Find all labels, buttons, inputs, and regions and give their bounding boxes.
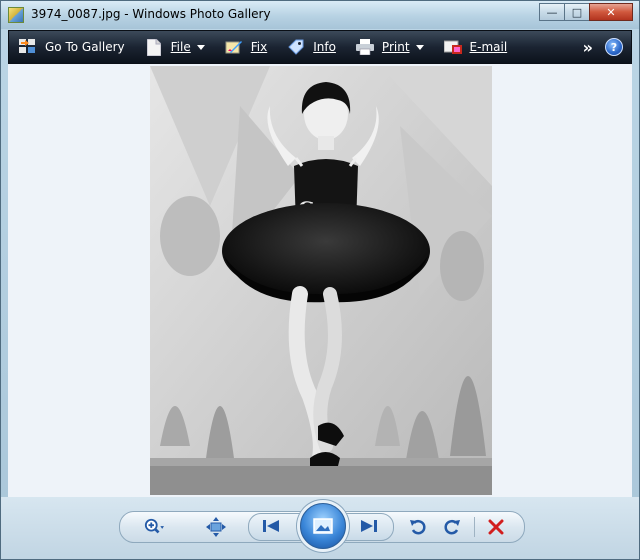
next-icon[interactable] <box>359 516 379 536</box>
help-icon[interactable]: ? <box>605 38 623 56</box>
photo-viewer-canvas: G <box>8 64 632 497</box>
toolbar-right: » ? <box>571 31 631 63</box>
close-button[interactable]: ✕ <box>589 3 633 21</box>
title-bar[interactable]: 3974_0087.jpg - Windows Photo Gallery — … <box>1 1 639 29</box>
email-icon <box>443 38 462 56</box>
email-label: E-mail <box>469 40 508 54</box>
email-button[interactable]: E-mail <box>434 31 518 63</box>
print-label: Print <box>381 40 410 54</box>
previous-icon[interactable] <box>261 516 281 536</box>
slideshow-icon <box>313 518 333 534</box>
photo-image[interactable]: G <box>150 66 492 495</box>
window-controls: — □ ✕ <box>539 3 633 21</box>
chevron-down-icon <box>196 44 205 50</box>
info-tag-icon <box>287 38 305 56</box>
printer-icon <box>355 38 374 56</box>
fix-label: Fix <box>250 40 268 54</box>
command-toolbar: Go To Gallery File Fix Info Print E-mail… <box>8 30 632 64</box>
file-menu[interactable]: File <box>135 31 215 63</box>
print-menu[interactable]: Print <box>346 31 434 63</box>
photo-illustration: G <box>150 66 492 495</box>
go-to-gallery-label: Go To Gallery <box>45 40 125 54</box>
more-commands-button[interactable]: » <box>571 38 605 57</box>
maximize-button[interactable]: □ <box>564 3 590 21</box>
go-to-gallery-button[interactable]: Go To Gallery <box>9 31 135 63</box>
slideshow-button[interactable] <box>300 503 346 549</box>
fix-icon <box>225 38 243 56</box>
minimize-button[interactable]: — <box>539 3 565 21</box>
rotate-counterclockwise-icon[interactable] <box>408 517 428 537</box>
gallery-icon <box>19 38 37 56</box>
bottom-control-bar <box>1 497 639 559</box>
file-icon <box>145 38 163 56</box>
info-button[interactable]: Info <box>277 31 346 63</box>
file-label: File <box>170 40 191 54</box>
fit-to-window-icon[interactable] <box>206 517 226 537</box>
control-separator <box>474 517 475 537</box>
zoom-icon[interactable] <box>144 517 164 537</box>
photo-gallery-app-icon <box>8 7 24 23</box>
info-label: Info <box>313 40 336 54</box>
rotate-clockwise-icon[interactable] <box>442 517 462 537</box>
viewer-controls <box>119 503 525 549</box>
window-title: 3974_0087.jpg - Windows Photo Gallery <box>31 7 271 21</box>
chevron-down-icon <box>415 44 424 50</box>
fix-button[interactable]: Fix <box>215 31 277 63</box>
photo-gallery-window: 3974_0087.jpg - Windows Photo Gallery — … <box>0 0 640 560</box>
delete-icon[interactable] <box>486 517 506 537</box>
